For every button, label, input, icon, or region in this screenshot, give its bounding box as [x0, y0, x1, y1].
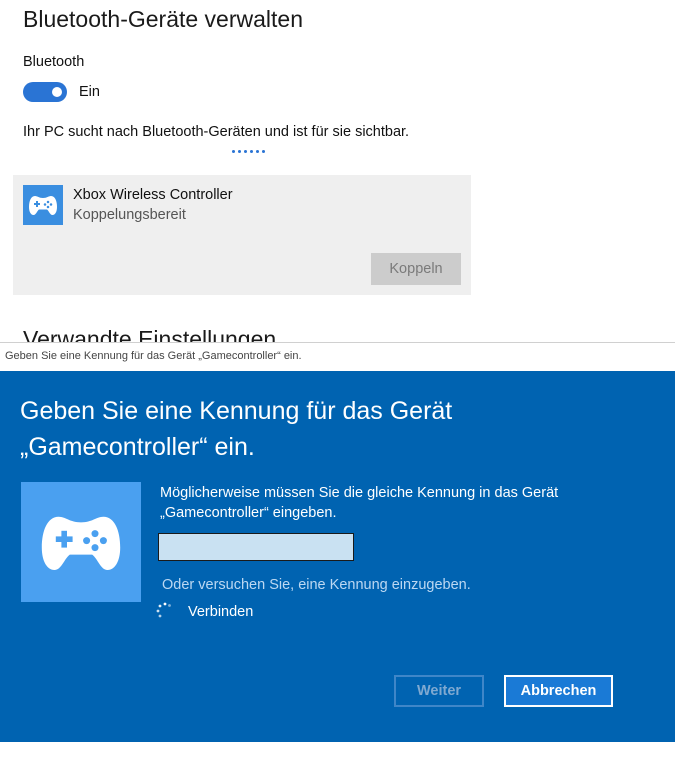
searching-dots-indicator	[232, 150, 265, 153]
progress-label: Verbinden	[188, 604, 254, 620]
gamepad-icon	[21, 482, 141, 602]
device-list-item[interactable]: Xbox Wireless Controller Koppelungsberei…	[13, 175, 471, 295]
pin-input[interactable]	[158, 533, 354, 561]
dialog-window-title: Geben Sie eine Kennung für das Gerät „Ga…	[5, 350, 302, 362]
gamepad-icon	[23, 185, 63, 225]
background-strip	[0, 742, 675, 768]
pairing-dialog: Geben Sie eine Kennung für das Gerät „Ga…	[0, 371, 675, 742]
spinner-icon	[156, 602, 171, 618]
dialog-titlebar[interactable]: Geben Sie eine Kennung für das Gerät „Ga…	[0, 342, 675, 371]
device-name: Xbox Wireless Controller	[73, 187, 233, 203]
search-status-text: Ihr PC sucht nach Bluetooth-Geräten und …	[23, 124, 410, 140]
toggle-knob	[52, 87, 62, 97]
bluetooth-toggle[interactable]	[23, 82, 67, 102]
pair-button[interactable]: Koppeln	[371, 253, 461, 285]
dialog-message: Möglicherweise müssen Sie die gleiche Ke…	[160, 485, 559, 521]
page-title: Bluetooth-Geräte verwalten	[23, 6, 303, 32]
settings-panel: Bluetooth-Geräte verwalten Bluetooth Ein…	[0, 0, 675, 342]
bluetooth-label: Bluetooth	[23, 54, 85, 70]
dialog-heading: Geben Sie eine Kennung für das Gerät „Ga…	[20, 397, 453, 461]
dialog-hint: Oder versuchen Sie, eine Kennung einzuge…	[162, 577, 471, 593]
toggle-state-label: Ein	[79, 84, 100, 100]
related-settings-heading: Verwandte Einstellungen	[23, 326, 277, 342]
next-button[interactable]: Weiter	[394, 675, 484, 707]
cancel-button[interactable]: Abbrechen	[504, 675, 613, 707]
device-status: Koppelungsbereit	[73, 207, 186, 223]
